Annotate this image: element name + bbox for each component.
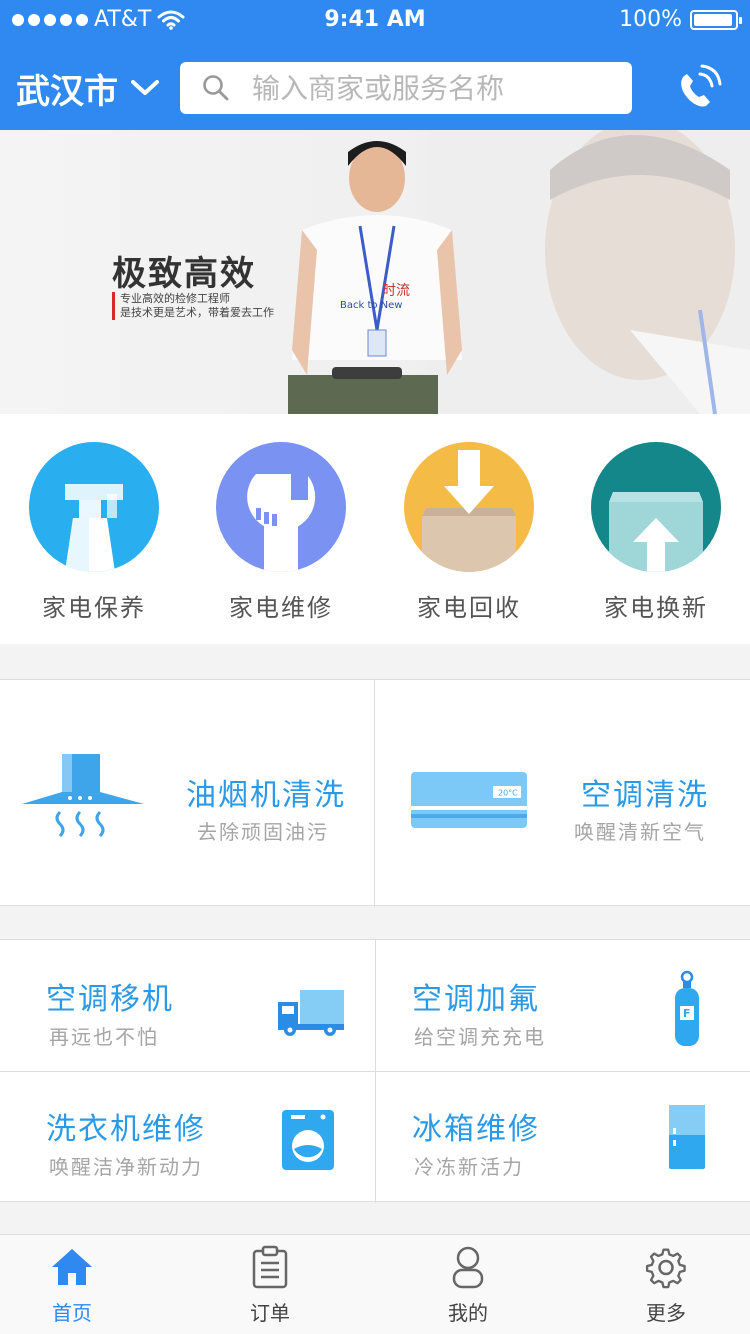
- status-bar: AT&T 9:41 AM 100%: [0, 0, 750, 40]
- status-right: 100%: [619, 7, 742, 32]
- service-title: 冰箱维修: [412, 1112, 540, 1147]
- home-screen: AT&T 9:41 AM 100% 武汉市 输入商家或服务名称 Back to …: [0, 0, 750, 1334]
- ac-display-text: 20°C: [498, 789, 518, 798]
- clipboard-icon: [252, 1245, 288, 1289]
- service-subtitle: 去除顽固油污: [197, 820, 329, 844]
- phone-call-icon[interactable]: [670, 62, 726, 118]
- chevron-down-icon: [131, 80, 159, 95]
- service-subtitle: 冷冻新活力: [414, 1155, 524, 1179]
- city-selector[interactable]: 武汉市: [16, 62, 160, 114]
- search-bar[interactable]: [180, 62, 632, 114]
- category-maintenance[interactable]: 家电保养: [19, 442, 169, 623]
- featured-services: 油烟机清洗 去除顽固油污 20°C 空调清洗 唤醒清新空气: [0, 679, 750, 907]
- box-down-icon: [404, 442, 534, 572]
- category-grid: 家电保养 家电维修 家电回收 家电换新: [0, 414, 750, 644]
- service-subtitle: 给空调充充电: [414, 1025, 546, 1049]
- service-fridge-repair[interactable]: 冰箱维修 冷冻新活力: [376, 1072, 750, 1203]
- tab-profile[interactable]: 我的: [408, 1245, 528, 1326]
- service-ac-relocation[interactable]: 空调移机 再远也不怕: [0, 940, 375, 1071]
- washing-machine-icon: [282, 1110, 334, 1170]
- banner-subtitle-line2: 是技术更是艺术，带着爱去工作: [120, 306, 274, 319]
- banner-title: 极致高效: [112, 254, 256, 294]
- service-range-hood-cleaning[interactable]: 油烟机清洗 去除顽固油污: [0, 680, 374, 907]
- tab-orders[interactable]: 订单: [210, 1245, 330, 1326]
- banner-subtitle-line1: 专业高效的检修工程师: [120, 292, 230, 305]
- service-grid: 空调移机 再远也不怕 空调加氟 给空调充充电 F 洗衣机维修 唤醒洁净新动力 冰…: [0, 939, 750, 1203]
- service-title: 空调移机: [46, 982, 174, 1017]
- banner-subtitle: 专业高效的检修工程师 是技术更是艺术，带着爱去工作: [112, 292, 274, 320]
- search-input[interactable]: [252, 71, 612, 105]
- tab-label: 首页: [52, 1301, 92, 1325]
- spray-bottle-icon: [29, 442, 159, 572]
- battery-percent: 100%: [619, 7, 682, 32]
- category-recycle[interactable]: 家电回收: [394, 442, 544, 623]
- service-title: 洗衣机维修: [46, 1112, 206, 1147]
- category-label: 家电回收: [417, 594, 521, 622]
- tab-label: 更多: [646, 1301, 686, 1325]
- service-ac-refrigerant[interactable]: 空调加氟 给空调充充电 F: [376, 940, 750, 1071]
- category-replace[interactable]: 家电换新: [581, 442, 731, 623]
- range-hood-icon: [22, 754, 144, 838]
- fridge-icon: [669, 1105, 705, 1169]
- banner-background-photo: [430, 130, 750, 414]
- bottom-tab-bar: 首页 订单 我的 更多: [0, 1234, 750, 1334]
- shirt-print: Back to New: [340, 300, 403, 311]
- cylinder-badge: F: [683, 1007, 691, 1020]
- city-label: 武汉市: [16, 71, 118, 112]
- truck-icon: [278, 990, 344, 1036]
- gear-icon: [645, 1248, 686, 1289]
- category-label: 家电换新: [604, 594, 708, 622]
- category-label: 家电维修: [229, 594, 333, 622]
- service-subtitle: 唤醒清新空气: [574, 820, 706, 844]
- user-icon: [452, 1246, 484, 1289]
- technician-photo: Back to New 时流: [288, 141, 462, 414]
- service-washer-repair[interactable]: 洗衣机维修 唤醒洁净新动力: [0, 1072, 375, 1203]
- tab-label: 我的: [448, 1301, 488, 1325]
- service-subtitle: 唤醒洁净新动力: [49, 1155, 203, 1179]
- home-icon: [52, 1249, 92, 1285]
- tab-label: 订单: [250, 1301, 290, 1325]
- box-up-icon: [591, 442, 721, 572]
- category-label: 家电保养: [42, 594, 146, 622]
- tab-more[interactable]: 更多: [606, 1245, 726, 1326]
- service-title: 油烟机清洗: [186, 778, 346, 813]
- search-icon: [203, 75, 229, 101]
- service-ac-cleaning[interactable]: 20°C 空调清洗 唤醒清新空气: [375, 680, 750, 907]
- wrench-icon: [216, 442, 346, 572]
- category-repair[interactable]: 家电维修: [206, 442, 356, 623]
- shirt-print-cn: 时流: [382, 283, 410, 299]
- promo-banner[interactable]: Back to New 时流 极致高效 专业高效的检修工程师 是技术更是艺术，带…: [0, 130, 750, 414]
- tab-home[interactable]: 首页: [12, 1245, 132, 1326]
- gas-cylinder-icon: F: [675, 970, 699, 1046]
- service-subtitle: 再远也不怕: [49, 1025, 159, 1049]
- service-title: 空调清洗: [581, 778, 709, 813]
- service-title: 空调加氟: [412, 982, 540, 1017]
- battery-icon: [690, 9, 742, 30]
- top-header: AT&T 9:41 AM 100% 武汉市: [0, 0, 750, 130]
- air-conditioner-icon: 20°C: [411, 772, 527, 828]
